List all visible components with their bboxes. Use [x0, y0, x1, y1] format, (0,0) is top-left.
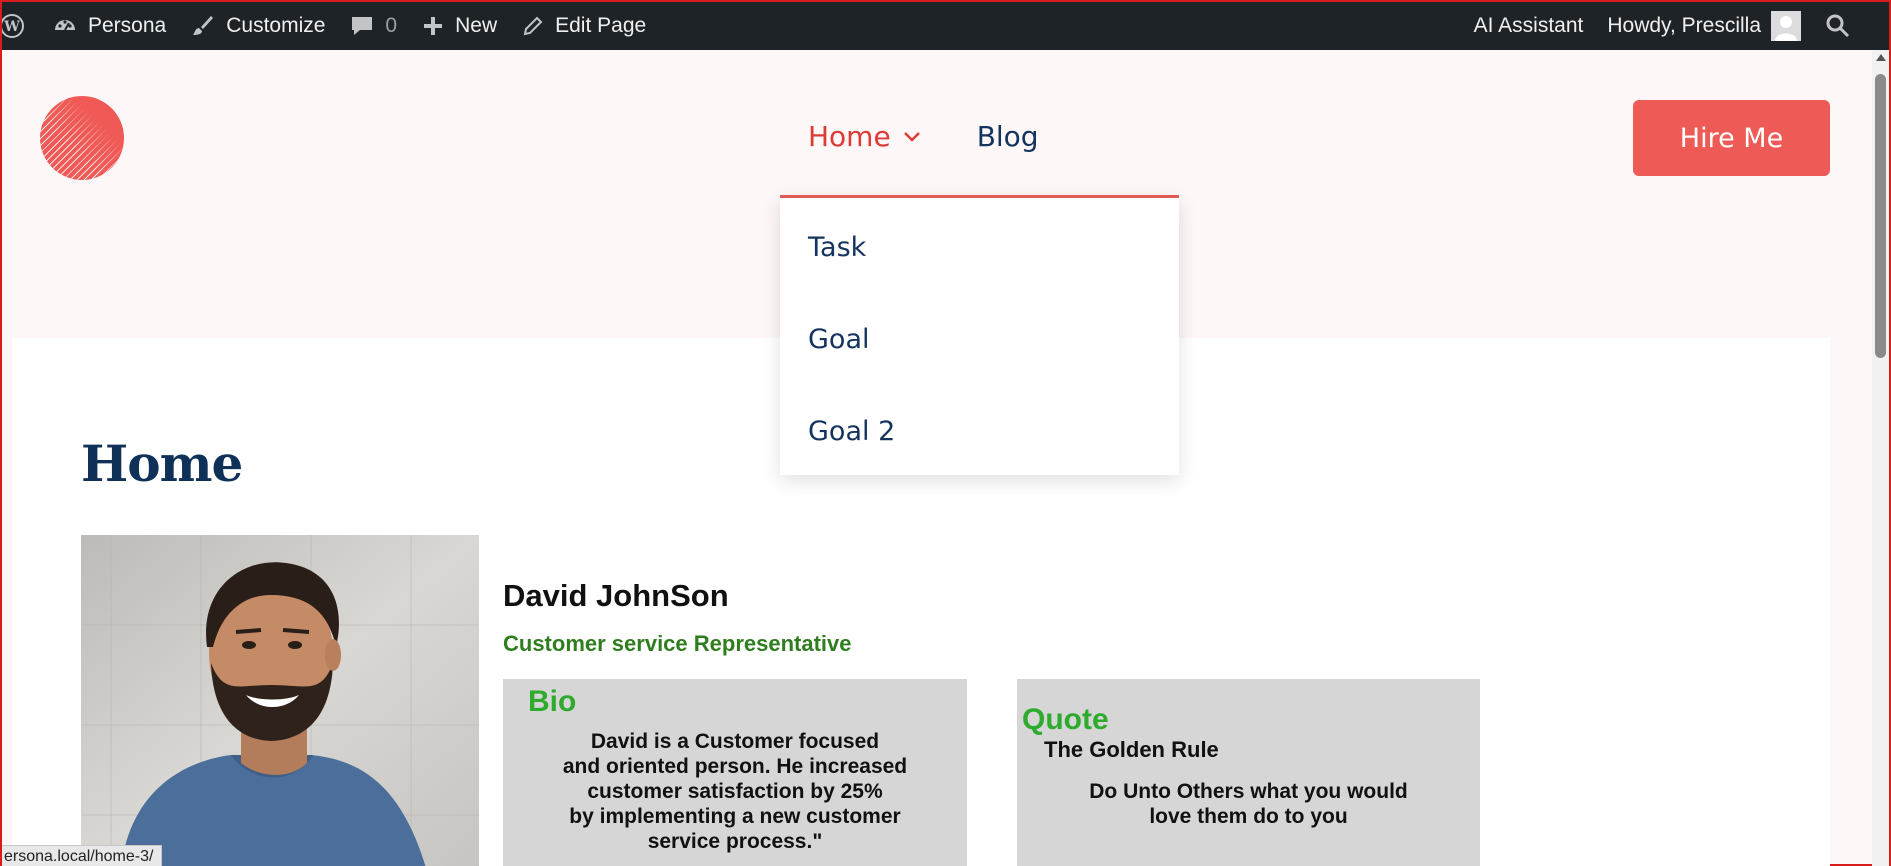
site-name-menu[interactable]: Persona [40, 2, 178, 50]
hire-me-label: Hire Me [1679, 122, 1784, 154]
edit-page-link[interactable]: Edit Page [509, 2, 658, 50]
search-icon [1825, 13, 1851, 39]
bio-line: and oriented person. He increased [562, 755, 908, 778]
submenu-item-task[interactable]: Task [808, 232, 866, 263]
account-menu[interactable]: Howdy, Prescilla [1595, 2, 1813, 50]
ai-assistant-link[interactable]: AI Assistant [1462, 2, 1596, 50]
quote-title: Quote [1022, 703, 1109, 736]
paintbrush-icon [190, 13, 216, 39]
wordpress-logo-button[interactable]: W [2, 2, 40, 50]
customize-link[interactable]: Customize [178, 2, 337, 50]
comment-bubble-icon [349, 13, 375, 39]
quote-text: Do Unto Others what you would love them … [1027, 779, 1470, 829]
new-label: New [455, 14, 498, 37]
nav-blog-label: Blog [976, 120, 1039, 153]
bio-box: Bio David is a Customer focused and orie… [503, 679, 967, 866]
bio-line: service process." [647, 830, 823, 853]
wordpress-icon: W [2, 13, 28, 39]
bio-title: Bio [528, 685, 577, 718]
customize-label: Customize [226, 14, 326, 37]
profile-photo [81, 535, 479, 866]
home-submenu: Task Goal Goal 2 [780, 195, 1179, 475]
bio-line: by implementing a new customer [569, 805, 901, 828]
svg-text:W: W [3, 19, 20, 35]
bio-line: customer satisfaction by 25% [587, 780, 883, 803]
ai-assistant-label: AI Assistant [1473, 14, 1584, 37]
nav-home-label: Home [808, 120, 891, 153]
scrollbar-thumb[interactable] [1875, 74, 1886, 358]
nav-item-home[interactable]: Home [808, 120, 921, 153]
new-content-menu[interactable]: New [409, 2, 509, 50]
quote-line: love them do to you [1149, 805, 1348, 828]
status-bar-url: ersona.local/home-3/ [2, 845, 163, 866]
quote-box: Quote The Golden Rule Do Unto Others wha… [1017, 679, 1480, 866]
edit-page-label: Edit Page [555, 14, 647, 37]
bio-text: David is a Customer focused and oriented… [513, 729, 957, 854]
nav-item-blog[interactable]: Blog [977, 120, 1039, 153]
primary-nav: Home Blog [808, 120, 1039, 153]
chevron-down-icon[interactable] [903, 131, 921, 143]
quote-line: Do Unto Others what you would [1089, 780, 1408, 803]
bio-line: David is a Customer focused [590, 730, 880, 753]
site-name-label: Persona [88, 14, 167, 37]
site-logo[interactable] [40, 96, 124, 180]
submenu-item-goal[interactable]: Goal [808, 324, 870, 355]
logo-stripes [40, 96, 124, 180]
dashboard-icon [52, 13, 78, 39]
person-name: David JohnSon [503, 578, 729, 613]
hire-me-button[interactable]: Hire Me [1633, 100, 1830, 176]
vertical-scrollbar[interactable] [1872, 50, 1889, 866]
comments-count: 0 [385, 14, 398, 37]
admin-search-button[interactable] [1813, 2, 1889, 50]
person-role: Customer service Representative [503, 631, 852, 656]
avatar [1771, 11, 1801, 41]
submenu-item-goal-2[interactable]: Goal 2 [808, 416, 895, 447]
comments-link[interactable]: 0 [337, 2, 409, 50]
quote-subtitle: The Golden Rule [1044, 737, 1219, 762]
plus-icon [421, 14, 445, 38]
scroll-up-icon[interactable] [1876, 54, 1886, 61]
howdy-label: Howdy, Prescilla [1607, 14, 1761, 37]
admin-bar: W Persona Customize 0 New Edit Page AI A… [2, 2, 1889, 50]
page-title: Home [81, 434, 243, 493]
pencil-icon [521, 14, 545, 38]
